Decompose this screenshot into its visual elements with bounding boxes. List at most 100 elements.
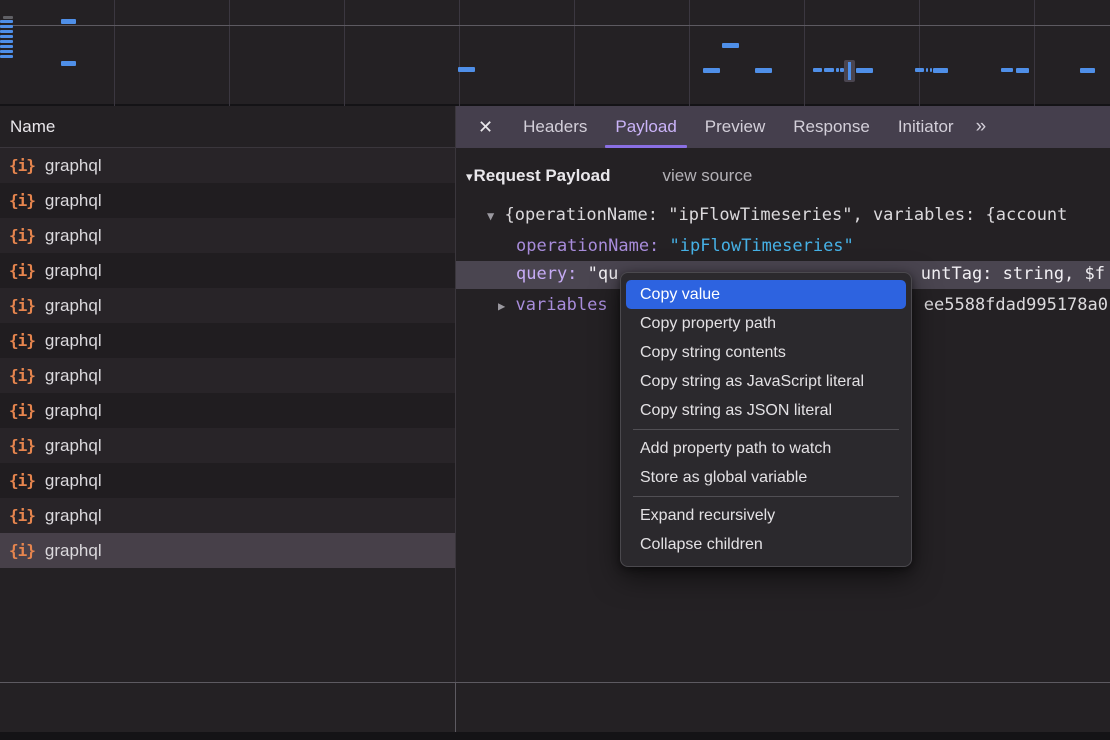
network-request-row[interactable]: {i}graphql xyxy=(0,218,455,253)
timeline-bar xyxy=(0,45,13,48)
menu-item-copy-string-as-json-literal[interactable]: Copy string as JSON literal xyxy=(626,396,906,425)
overview-gridline-vertical xyxy=(919,0,920,106)
view-source-link[interactable]: view source xyxy=(663,166,753,185)
timeline-bar xyxy=(836,68,839,72)
menu-item-add-property-path-to-watch[interactable]: Add property path to watch xyxy=(626,434,906,463)
context-menu: Copy valueCopy property pathCopy string … xyxy=(620,272,912,567)
timeline-bar xyxy=(933,68,948,73)
timeline-bar xyxy=(0,50,13,53)
timeline-bar xyxy=(824,68,834,72)
footer-left xyxy=(0,683,456,732)
timeline-bar xyxy=(930,68,932,72)
menu-item-copy-string-contents[interactable]: Copy string contents xyxy=(626,338,906,367)
menu-item-copy-value[interactable]: Copy value xyxy=(626,280,906,309)
property-value-start: "qu xyxy=(577,264,618,284)
request-payload-section-header[interactable]: ▾Request Payloadview source xyxy=(466,166,752,186)
devtools-network-panel: Name ✕ HeadersPayloadPreviewResponseInit… xyxy=(0,0,1110,740)
json-file-icon: {i} xyxy=(9,261,35,280)
json-file-icon: {i} xyxy=(9,471,35,490)
column-header-name[interactable]: Name xyxy=(0,106,456,148)
overview-gridline-horizontal xyxy=(0,25,1110,26)
tab-initiator[interactable]: Initiator xyxy=(884,106,968,148)
json-file-icon: {i} xyxy=(9,401,35,420)
menu-item-store-as-global-variable[interactable]: Store as global variable xyxy=(626,463,906,492)
property-value-end: untTag: string, $f xyxy=(921,264,1105,284)
request-name: graphql xyxy=(45,506,102,526)
request-name: graphql xyxy=(45,471,102,491)
timeline-bar xyxy=(61,61,76,66)
section-title: Request Payload xyxy=(474,166,611,185)
property-key: variables xyxy=(515,295,607,315)
request-list: {i} graphql {i} graphql {i} graphql {i} graphql… xyxy=(0,148,456,682)
timeline-bar xyxy=(703,68,720,73)
timeline-bar xyxy=(915,68,924,72)
timeline-bar xyxy=(0,20,13,23)
timeline-bar xyxy=(61,19,76,24)
close-icon[interactable]: ✕ xyxy=(478,117,493,138)
request-name: graphql xyxy=(45,366,102,386)
menu-item-collapse-children[interactable]: Collapse children xyxy=(626,530,906,559)
timeline-bar xyxy=(0,55,13,58)
network-request-row[interactable]: {i} graphql xyxy=(0,183,455,218)
timeline-bar xyxy=(926,68,928,72)
timeline-bar xyxy=(458,67,475,72)
operation-name-row[interactable]: operationName: "ipFlowTimeseries" xyxy=(516,236,854,256)
request-name: graphql xyxy=(45,331,102,351)
json-file-icon: {i} xyxy=(9,296,35,315)
network-request-row[interactable]: {i} graphql xyxy=(0,288,455,323)
tab-payload[interactable]: Payload xyxy=(601,106,690,148)
column-header-label: Name xyxy=(10,117,55,136)
timeline-bar xyxy=(1001,68,1013,72)
menu-item-copy-property-path[interactable]: Copy property path xyxy=(626,309,906,338)
overview-gridline-vertical xyxy=(804,0,805,106)
network-request-row[interactable]: {i} graphql xyxy=(0,393,455,428)
network-request-row[interactable]: {i} graphql xyxy=(0,428,455,463)
menu-item-copy-string-as-javascript-literal[interactable]: Copy string as JavaScript literal xyxy=(626,367,906,396)
request-name: graphql xyxy=(45,296,102,316)
network-request-row[interactable]: {i} graphql xyxy=(0,358,455,393)
property-key: query: xyxy=(516,264,577,284)
overview-gridline-vertical xyxy=(459,0,460,106)
more-tabs-icon[interactable]: » xyxy=(976,116,985,138)
overview-gridline-vertical xyxy=(114,0,115,106)
request-name: graphql xyxy=(45,401,102,421)
network-request-row[interactable]: {i} graphql xyxy=(0,533,455,568)
request-name: graphql xyxy=(45,156,102,176)
property-value-end: ee5588fdad995178a0 xyxy=(924,295,1108,315)
json-file-icon: {i} xyxy=(9,436,35,455)
overview-gridline-vertical xyxy=(574,0,575,106)
json-file-icon: {i} xyxy=(9,191,35,210)
payload-preview-row[interactable]: ▼ {operationName: "ipFlowTimeseries", va… xyxy=(487,205,1110,225)
network-request-row[interactable]: {i} graphql xyxy=(0,148,455,183)
menu-item-expand-recursively[interactable]: Expand recursively xyxy=(626,501,906,530)
timeline-bar xyxy=(3,16,13,19)
network-request-row[interactable]: {i} graphql xyxy=(0,498,455,533)
network-request-row[interactable]: {i} graphql xyxy=(0,323,455,358)
tab-response[interactable]: Response xyxy=(779,106,884,148)
network-request-row[interactable]: {i} graphql xyxy=(0,253,455,288)
tab-headers[interactable]: Headers xyxy=(509,106,601,148)
timeline-bar xyxy=(813,68,822,72)
timeline-bar xyxy=(0,40,13,43)
network-request-row[interactable]: {i} graphql xyxy=(0,463,455,498)
request-name: graphql xyxy=(45,541,102,561)
timeline-bar xyxy=(0,30,13,33)
json-file-icon: {i} xyxy=(9,366,35,385)
timeline-bar xyxy=(856,68,873,73)
tab-preview[interactable]: Preview xyxy=(691,106,779,148)
request-name: graphql xyxy=(45,436,102,456)
json-file-icon: {i} xyxy=(9,506,35,525)
json-file-icon: {i} xyxy=(9,226,35,245)
timeline-bar xyxy=(0,25,13,28)
json-file-icon: {i} xyxy=(9,541,35,560)
request-name: graphql xyxy=(45,191,102,211)
detail-tabbar: ✕ HeadersPayloadPreviewResponseInitiator… xyxy=(456,106,1110,148)
overview-gridline-vertical xyxy=(229,0,230,106)
network-overview-timeline[interactable] xyxy=(0,0,1110,106)
overview-gridline-vertical xyxy=(689,0,690,106)
request-name: graphql xyxy=(45,261,102,281)
timeline-bar xyxy=(1080,68,1095,73)
json-file-icon: {i} xyxy=(9,156,35,175)
window-bottom-edge xyxy=(0,732,1110,740)
json-file-icon: {i} xyxy=(9,331,35,350)
